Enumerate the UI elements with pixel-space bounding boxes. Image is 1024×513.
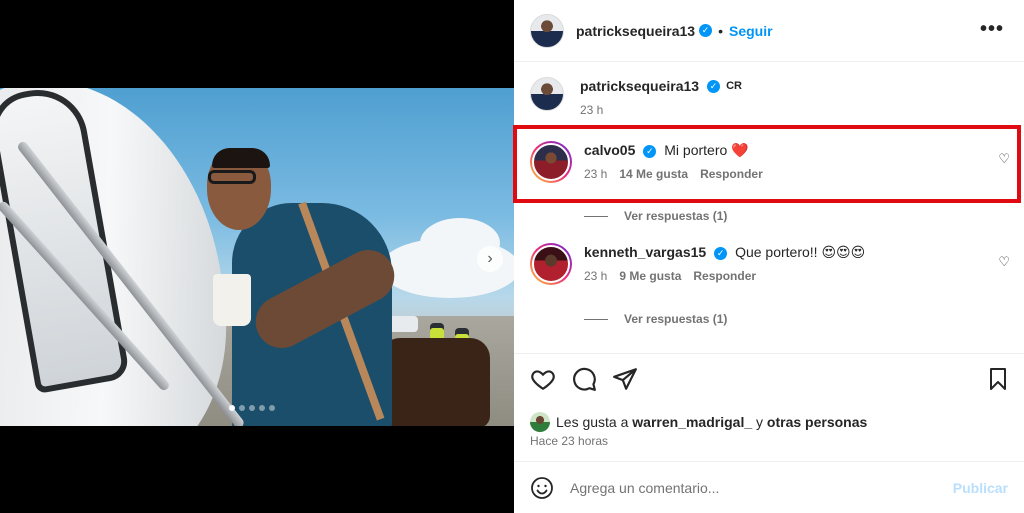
- caption-location: CR: [726, 80, 742, 92]
- posted-time: Hace 23 horas: [530, 434, 609, 448]
- separator-dot: •: [718, 22, 723, 39]
- verified-badge-icon: ✓: [714, 246, 728, 260]
- comment-likes[interactable]: 14 Me gusta: [619, 167, 688, 181]
- post-header: patricksequeira13 ✓ • Seguir •••: [514, 0, 1024, 62]
- comment-username[interactable]: calvo05: [584, 142, 635, 158]
- verified-badge-icon: ✓: [643, 144, 657, 158]
- carousel-dots: [229, 405, 275, 411]
- commenter-avatar[interactable]: [530, 141, 572, 183]
- share-paper-plane-icon[interactable]: [612, 366, 638, 392]
- more-options-icon[interactable]: •••: [980, 18, 1004, 41]
- comment-text-line: calvo05 ✓ Mi portero ❤️: [584, 141, 763, 159]
- likes-summary: Les gusta a warren_madrigal_ y otras per…: [530, 412, 867, 432]
- like-heart-icon[interactable]: [530, 366, 556, 392]
- author-avatar[interactable]: [530, 13, 564, 48]
- comment-composer: Publicar: [514, 461, 1024, 513]
- comment-time: 23 h: [584, 167, 608, 181]
- post-photo[interactable]: [0, 88, 514, 426]
- carousel-dot: [229, 405, 235, 411]
- post-side-panel: patricksequeira13 ✓ • Seguir ••• patrick…: [514, 0, 1024, 513]
- comment-row: kenneth_vargas15 ✓ Que portero!! 😍😍😍 23 h…: [530, 243, 865, 285]
- carousel-dot: [259, 405, 265, 411]
- likes-others-link[interactable]: otras personas: [767, 414, 867, 430]
- carousel-next-button[interactable]: ›: [477, 246, 503, 272]
- view-replies-button[interactable]: Ver respuestas (1): [584, 209, 727, 223]
- liker-avatar[interactable]: [530, 412, 550, 432]
- comment-input[interactable]: [570, 479, 953, 496]
- travel-bag: [380, 338, 490, 426]
- instagram-post-modal: › patricksequeira13 ✓ • Seguir ••• patri…: [0, 0, 1024, 513]
- likes-middle: y: [756, 414, 764, 430]
- view-replies-button[interactable]: Ver respuestas (1): [584, 312, 727, 326]
- view-replies-label: Ver respuestas (1): [624, 209, 728, 223]
- comment-like-heart-icon[interactable]: ♡: [998, 254, 1010, 270]
- carousel-dot: [269, 405, 275, 411]
- comment-meta: 23 h 14 Me gusta Responder: [584, 167, 763, 181]
- view-replies-label: Ver respuestas (1): [624, 312, 728, 326]
- caption-line: patricksequeira13 ✓ CR: [580, 77, 742, 95]
- media-panel: ›: [0, 0, 514, 513]
- comment-likes[interactable]: 9 Me gusta: [619, 269, 681, 283]
- author-username[interactable]: patricksequeira13: [576, 23, 695, 39]
- comment-row: calvo05 ✓ Mi portero ❤️ 23 h 14 Me gusta …: [530, 141, 763, 183]
- verified-badge-icon: ✓: [707, 79, 721, 93]
- caption-time: 23 h: [580, 103, 604, 117]
- caption-meta: 23 h: [580, 103, 742, 117]
- comment-meta: 23 h 9 Me gusta Responder: [584, 269, 865, 283]
- chevron-right-icon: ›: [487, 250, 493, 267]
- carousel-dot: [249, 405, 255, 411]
- comment-text: Mi portero ❤️: [664, 142, 749, 158]
- coffee-cup: [213, 274, 251, 326]
- save-bookmark-icon[interactable]: [986, 366, 1010, 392]
- publish-button[interactable]: Publicar: [953, 480, 1008, 496]
- person-hair: [212, 148, 270, 168]
- commenter-avatar[interactable]: [530, 243, 572, 285]
- likes-prefix: Les gusta a: [556, 414, 629, 430]
- liker-username[interactable]: warren_madrigal_: [632, 414, 752, 430]
- reply-button[interactable]: Responder: [693, 269, 756, 283]
- comment-text: Que portero!! 😍😍😍: [735, 244, 866, 260]
- comment-time: 23 h: [584, 269, 608, 283]
- caption-username[interactable]: patricksequeira13: [580, 77, 699, 95]
- follow-button[interactable]: Seguir: [729, 23, 773, 39]
- glasses: [208, 170, 256, 184]
- author-avatar[interactable]: [530, 77, 564, 111]
- post-actions: Les gusta a warren_madrigal_ y otras per…: [514, 353, 1024, 461]
- comment-username[interactable]: kenneth_vargas15: [584, 244, 706, 260]
- comment-like-heart-icon[interactable]: ♡: [998, 151, 1010, 167]
- reply-button[interactable]: Responder: [700, 167, 763, 181]
- replies-divider: [584, 318, 608, 320]
- comment-text-line: kenneth_vargas15 ✓ Que portero!! 😍😍😍: [584, 243, 865, 261]
- comment-bubble-icon[interactable]: [571, 366, 597, 392]
- comments-list[interactable]: patricksequeira13 ✓ CR 23 h calvo05 ✓ Mi …: [514, 63, 1024, 353]
- carousel-dot: [239, 405, 245, 411]
- emoji-icon[interactable]: [530, 476, 554, 500]
- replies-divider: [584, 215, 608, 217]
- verified-badge-icon: ✓: [699, 24, 713, 37]
- caption-row: patricksequeira13 ✓ CR 23 h: [530, 77, 742, 117]
